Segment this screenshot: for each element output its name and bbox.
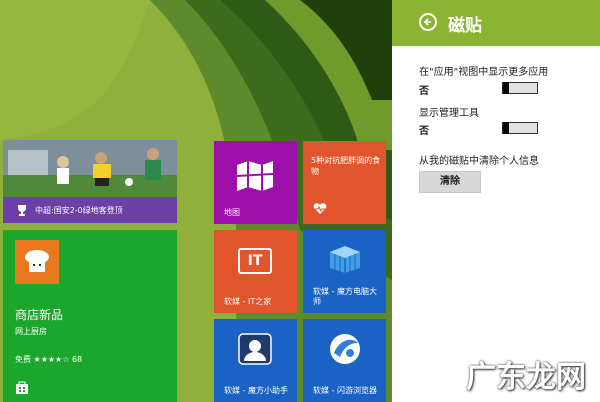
- store-title: 商店新品: [15, 308, 64, 322]
- cube-master-label: 软媒 - 魔方电脑大师: [313, 287, 377, 306]
- toggle-more-apps[interactable]: [502, 82, 538, 94]
- tile-health-news[interactable]: 5种对抗肥胖调的食物: [303, 141, 386, 224]
- browser-icon: [330, 334, 360, 364]
- toggle-state-more-apps: 否: [419, 86, 429, 97]
- toggle-admin-tools[interactable]: [502, 122, 538, 134]
- clear-info-label: 从我的磁贴中清除个人信息: [419, 156, 539, 167]
- chef-icon: [25, 250, 49, 272]
- it-home-icon: IT: [238, 248, 272, 274]
- it-home-icon-text: IT: [247, 253, 263, 269]
- flash-browser-label: 软媒 - 闪游浏览器: [313, 386, 377, 395]
- map-icon: [236, 161, 274, 191]
- setting-label-admin-tools: 显示管理工具: [419, 108, 479, 119]
- store-bag-icon: [16, 381, 28, 394]
- toggle-state-admin-tools: 否: [419, 126, 429, 137]
- sports-photo: [3, 140, 177, 197]
- it-home-label: 软媒 - IT之家: [224, 297, 272, 306]
- cube-icon: [330, 246, 360, 273]
- tile-flash-browser[interactable]: 软媒 - 闪游浏览器: [303, 319, 386, 402]
- setting-label-more-apps: 在"应用"视图中显示更多应用: [419, 67, 549, 78]
- panel-header: 磁贴: [392, 0, 600, 46]
- store-subtitle: 网上厨房: [15, 327, 47, 336]
- toggle-thumb[interactable]: [503, 82, 509, 94]
- trophy-icon: [18, 205, 26, 216]
- tile-store[interactable]: 商店新品 网上厨房 免费 ★★★★☆ 68: [3, 230, 177, 402]
- tile-maps[interactable]: 地图: [214, 141, 297, 224]
- store-app-icon: [15, 240, 59, 284]
- store-price-rating: 免费 ★★★★☆ 68: [15, 355, 83, 364]
- start-screen: 中超:国安2-0绿地客登顶 商店新品 网上厨房 免费 ★★★★☆ 68 地图 5…: [0, 0, 392, 402]
- sports-caption: 中超:国安2-0绿地客登顶: [35, 206, 123, 215]
- health-headline: 5种对抗肥胖调的食物: [311, 156, 381, 176]
- clear-button[interactable]: 清除: [419, 171, 481, 193]
- back-arrow-icon: [423, 18, 431, 26]
- back-button[interactable]: [419, 13, 437, 31]
- tile-cube-master[interactable]: 软媒 - 魔方电脑大师: [303, 230, 386, 313]
- maps-label: 地图: [224, 208, 240, 217]
- tile-it-home[interactable]: IT 软媒 - IT之家: [214, 230, 297, 313]
- heart-pulse-icon: [313, 203, 327, 214]
- tiles-settings-panel: 磁贴 在"应用"视图中显示更多应用 否 显示管理工具 否 从我的磁贴中清除个人信…: [392, 0, 600, 402]
- watermark: 广东龙网: [466, 360, 586, 395]
- tile-cube-assistant[interactable]: 软媒 - 魔方小助手: [214, 319, 297, 402]
- assistant-icon: [238, 333, 272, 365]
- tile-sports-news[interactable]: 中超:国安2-0绿地客登顶: [3, 140, 177, 223]
- panel-title: 磁贴: [448, 16, 482, 36]
- toggle-thumb[interactable]: [503, 122, 509, 134]
- cube-assistant-label: 软媒 - 魔方小助手: [224, 386, 288, 395]
